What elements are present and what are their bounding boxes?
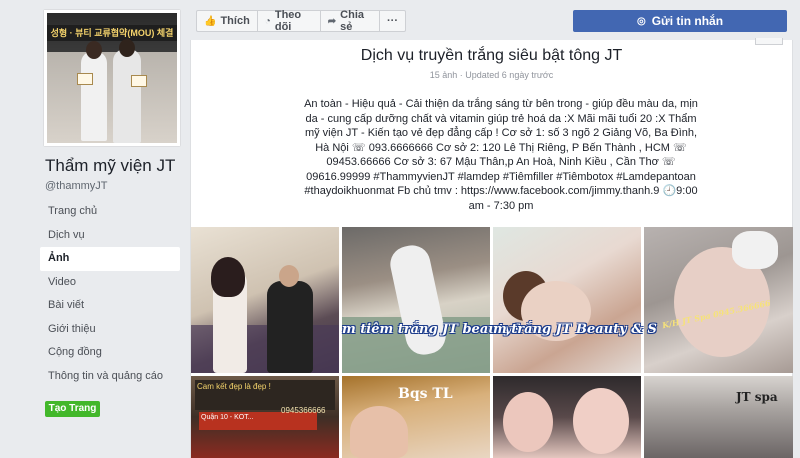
- sidebar-item-home[interactable]: Trang chủ: [40, 200, 180, 224]
- album-description: An toàn - Hiệu quả - Cải thiện da trắng …: [304, 98, 698, 212]
- sidebar-item-community[interactable]: Cộng đồng: [40, 341, 180, 365]
- like-button[interactable]: 👍 Thích: [197, 11, 258, 31]
- spa-logo: JT spa: [736, 390, 778, 404]
- photo-thumbnail[interactable]: Cam kết đẹp là đẹp ! Quận 10 - KOT... 09…: [191, 376, 339, 458]
- send-message-button[interactable]: ◎ Gửi tin nhắn: [573, 10, 787, 32]
- sidebar-item-services[interactable]: Dịch vụ: [40, 224, 180, 248]
- rss-icon: ◔: [264, 15, 271, 27]
- more-label: ···: [387, 15, 398, 27]
- share-arrow-icon: ➦: [327, 15, 337, 27]
- like-label: Thích: [220, 15, 250, 27]
- photo-thumbnail[interactable]: [493, 227, 641, 373]
- left-sidebar: 성형 · 뷰티 교류협약(MOU) 체결 Thẩm mỹ viện JT @th…: [0, 0, 190, 458]
- sidebar-item-photos[interactable]: Ảnh: [40, 247, 180, 271]
- more-options-button[interactable]: ···: [380, 11, 405, 31]
- client-face: [503, 392, 553, 452]
- page-name[interactable]: Thẩm mỹ viện JT: [45, 156, 175, 176]
- sidebar-item-posts[interactable]: Bài viết: [40, 294, 180, 318]
- person-head: [279, 265, 299, 287]
- photo-thumbnail[interactable]: [644, 227, 794, 373]
- profile-picture[interactable]: 성형 · 뷰티 교류협약(MOU) 체결: [44, 10, 180, 146]
- page-action-bar: 👍 Thích ◔ Theo dõi ➦ Chia sẻ ···: [196, 9, 406, 33]
- photo-grid: Cam kết đẹp là đẹp ! Quận 10 - KOT... 09…: [191, 227, 794, 458]
- share-label: Chia sẻ: [340, 9, 364, 33]
- shop-phone: 0945366666: [281, 406, 326, 415]
- person-figure: [81, 51, 107, 141]
- send-message-label: Gửi tin nhắn: [651, 14, 724, 28]
- sidebar-item-videos[interactable]: Video: [40, 271, 180, 295]
- person-figure: [113, 49, 141, 143]
- photo-thumbnail[interactable]: Bqs TL: [342, 376, 490, 458]
- messenger-icon: ◎: [636, 15, 646, 27]
- photo-thumbnail[interactable]: [191, 227, 339, 373]
- photo-thumbnail[interactable]: JT spa: [644, 376, 794, 458]
- page-nav: Trang chủ Dịch vụ Ảnh Video Bài viết Giớ…: [40, 200, 180, 388]
- person-hair: [211, 257, 245, 297]
- right-gutter: [793, 0, 800, 458]
- certificate: [77, 73, 93, 85]
- certificate: [131, 75, 147, 87]
- share-button[interactable]: ➦ Chia sẻ: [321, 9, 380, 33]
- profile-banner-text: 성형 · 뷰티 교류협약(MOU) 체결: [47, 25, 177, 41]
- photo-watermark: m trắng JT Beauty & S: [493, 322, 657, 337]
- gloved-hand: [732, 231, 778, 269]
- page-handle[interactable]: @thammyJT: [45, 180, 108, 192]
- person-head: [86, 41, 102, 59]
- album-options-button[interactable]: [755, 38, 783, 45]
- album-meta: 15 ảnh · Updated 6 ngày trước: [429, 70, 554, 80]
- album-title: Dịch vụ truyền trắng siêu bật tông JT: [360, 47, 623, 64]
- client-face: [350, 406, 408, 458]
- thumbs-up-icon: 👍: [204, 15, 217, 27]
- photo-thumbnail[interactable]: [493, 376, 641, 458]
- photo-thumbnail[interactable]: [342, 227, 490, 373]
- client-face: [573, 388, 629, 454]
- album-panel: Dịch vụ truyền trắng siêu bật tông JT 15…: [190, 38, 794, 458]
- person-head: [119, 39, 135, 57]
- follow-label: Theo dõi: [274, 9, 302, 33]
- create-page-button[interactable]: Tạo Trang: [45, 401, 100, 417]
- sidebar-item-info-ads[interactable]: Thông tin và quảng cáo: [40, 365, 180, 389]
- sidebar-item-about[interactable]: Giới thiệu: [40, 318, 180, 342]
- follow-button[interactable]: ◔ Theo dõi: [258, 9, 321, 33]
- person-figure: [267, 281, 313, 373]
- salon-logo: Bqs TL: [398, 386, 453, 402]
